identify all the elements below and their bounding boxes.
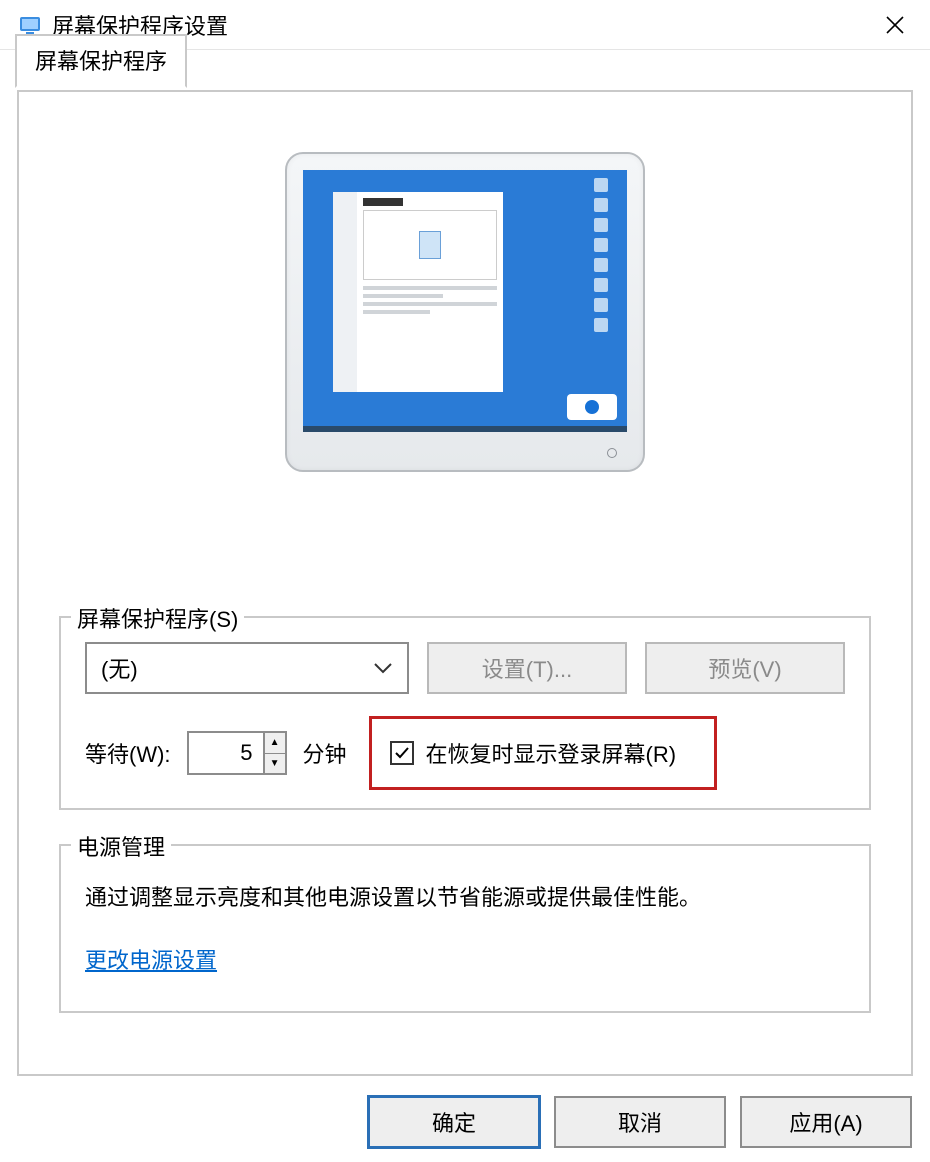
power-settings-link[interactable]: 更改电源设置 [85,943,217,975]
dialog-footer: 确定 取消 应用(A) [368,1096,912,1148]
close-icon [886,16,904,34]
resume-checkbox-label: 在恢复时显示登录屏幕(R) [426,737,677,769]
ok-button[interactable]: 确定 [368,1096,540,1148]
screensaver-legend: 屏幕保护程序(S) [71,602,244,634]
tab-label: 屏幕保护程序 [35,49,167,74]
power-description: 通过调整显示亮度和其他电源设置以节省能源或提供最佳性能。 [85,880,845,915]
screensaver-selected: (无) [101,652,138,684]
spinner-down[interactable]: ▼ [263,754,285,774]
spinner-up[interactable]: ▲ [263,733,285,754]
dialog-body: 屏幕保护程序 [17,90,913,1076]
wait-label: 等待(W): [85,737,171,769]
preview-button[interactable]: 预览(V) [645,642,845,694]
cancel-button[interactable]: 取消 [554,1096,726,1148]
wait-unit: 分钟 [303,737,347,769]
screensaver-group: 屏幕保护程序(S) (无) 设置(T)... 预览(V) 等待(W): [59,616,871,810]
resume-checkbox-highlight: 在恢复时显示登录屏幕(R) [369,716,718,790]
power-legend: 电源管理 [71,830,171,862]
close-button[interactable] [870,0,920,50]
tab-panel: 屏幕保护程序(S) (无) 设置(T)... 预览(V) 等待(W): [17,90,913,1076]
wait-spinner[interactable]: 5 ▲ ▼ [187,731,287,775]
app-icon [18,13,42,37]
screensaver-combo[interactable]: (无) [85,642,409,694]
preview-area [19,92,911,512]
check-icon [394,745,410,761]
chevron-down-icon [373,655,393,681]
wait-value: 5 [189,733,263,773]
settings-button[interactable]: 设置(T)... [427,642,627,694]
apply-button[interactable]: 应用(A) [740,1096,912,1148]
power-group: 电源管理 通过调整显示亮度和其他电源设置以节省能源或提供最佳性能。 更改电源设置 [59,844,871,1013]
tab-screensaver[interactable]: 屏幕保护程序 [15,34,187,88]
resume-checkbox[interactable] [390,741,414,765]
monitor-preview [285,152,645,472]
